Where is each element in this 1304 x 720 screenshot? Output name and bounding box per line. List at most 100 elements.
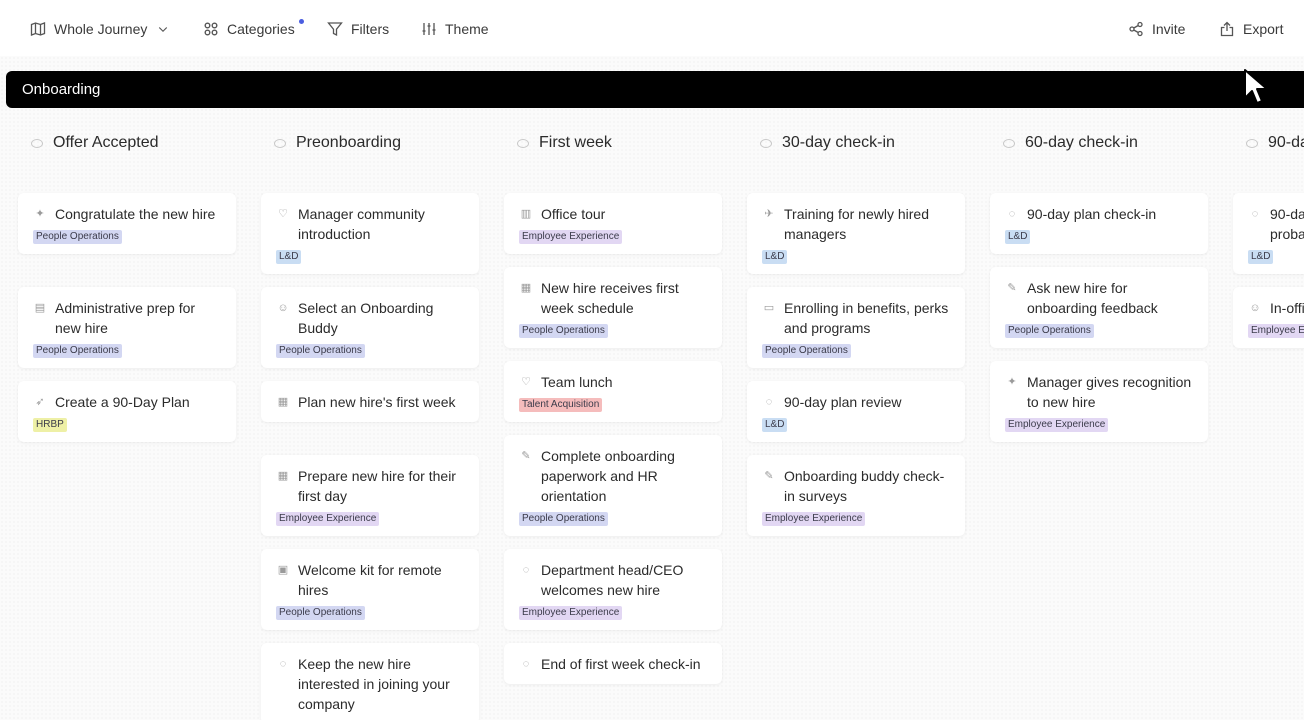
document-icon: ▤ <box>34 301 46 314</box>
card-header: ▥ Office tour <box>519 204 710 224</box>
people-icon: ☺ <box>277 301 289 314</box>
card-header: ◌ End of first week check-in <box>519 654 710 674</box>
card-header: ✈ Training for newly hired managers <box>762 204 953 244</box>
whole-journey-dropdown[interactable]: Whole Journey <box>30 18 169 40</box>
category-tag: L&D <box>276 250 302 264</box>
touchpoint-card[interactable]: ▣ Welcome kit for remote hires People Oper… <box>261 549 479 630</box>
category-tag: People Operations <box>1005 324 1094 338</box>
stage-header-60-day-check-in[interactable]: 60-day check-in <box>1003 131 1138 155</box>
category-tag: People Operations <box>762 344 851 358</box>
card-title: Select an Onboarding Buddy <box>298 300 434 336</box>
touchpoint-card[interactable]: ☺ Select an Onboarding Buddy People Operat… <box>261 287 479 368</box>
card-title: 90-day plan review <box>784 394 902 410</box>
whole-journey-label: Whole Journey <box>54 21 148 37</box>
card-header: ♡ Manager community introduction <box>276 204 467 244</box>
stage-title: First week <box>539 134 612 151</box>
chat-bubble-icon <box>1246 138 1258 148</box>
touchpoint-card[interactable]: ◌ Keep the new hire interested in joining… <box>261 643 479 720</box>
card-title: Onboarding buddy check-in surveys <box>784 468 945 504</box>
touchpoint-card[interactable]: ▦ Prepare new hire for their first day Emp… <box>261 455 479 536</box>
card-header: ✎ Onboarding buddy check-in surveys <box>762 466 953 506</box>
touchpoint-card[interactable]: ◌ Department head/CEO welcomes new hire Em… <box>504 549 722 630</box>
card-header: ✎ Ask new hire for onboarding feedback <box>1005 278 1196 318</box>
chat-bubble-icon <box>31 138 43 148</box>
touchpoint-card[interactable]: ➶ Create a 90-Day Plan HRBP <box>18 381 236 442</box>
funnel-icon <box>327 22 343 37</box>
pencil-icon: ✎ <box>1007 281 1017 294</box>
touchpoint-card[interactable]: ☺ In-office cohort Employee Experience <box>1233 287 1304 348</box>
touchpoint-card[interactable]: ✎ Complete onboarding paperwork and HR or… <box>504 435 722 536</box>
stage-title: 60-day check-in <box>1025 134 1138 151</box>
touchpoint-card[interactable]: ♡ Team lunch Talent Acquisition <box>504 361 722 422</box>
card-title: Plan new hire's first week <box>298 394 456 410</box>
chat-bubble-icon <box>517 138 529 148</box>
card-title: Department head/CEO welcomes new hire <box>541 562 684 598</box>
rocket-icon: ➶ <box>35 395 45 408</box>
card-header: ✦ Congratulate the new hire <box>33 204 224 224</box>
stage-header-offer-accepted[interactable]: Offer Accepted <box>31 131 159 155</box>
theme-button[interactable]: Theme <box>421 18 489 40</box>
gift-icon: ▣ <box>277 563 289 576</box>
card-title: Create a 90-Day Plan <box>55 394 190 410</box>
party-icon: ✦ <box>35 207 45 220</box>
building-icon: ▥ <box>520 207 532 220</box>
card-title: Office tour <box>541 206 606 222</box>
filters-button[interactable]: Filters <box>327 18 389 40</box>
card-title: Welcome kit for remote hires <box>298 562 442 598</box>
stage-header-first-week[interactable]: First week <box>517 131 612 155</box>
category-tag: L&D <box>1005 230 1031 244</box>
card-header: ▣ Welcome kit for remote hires <box>276 560 467 600</box>
pencil-icon: ✎ <box>764 469 774 482</box>
stage-title: 90-day check-in <box>1268 134 1304 151</box>
card-header: ◌ Keep the new hire interested in joining… <box>276 654 467 714</box>
touchpoint-card[interactable]: ▥ Office tour Employee Experience <box>504 193 722 254</box>
touchpoint-card[interactable]: ◌ 90-day plan and end of probation L&D <box>1233 193 1304 274</box>
touchpoint-card[interactable]: ✦ Manager gives recognition to new hire Em… <box>990 361 1208 442</box>
categories-label: Categories <box>227 21 295 37</box>
calendar-icon: ▦ <box>277 469 289 482</box>
card-title: 90-day plan and end of probation <box>1270 206 1304 242</box>
category-tag: L&D <box>762 250 788 264</box>
touchpoint-card[interactable]: ▭ Enrolling in benefits, perks and progra… <box>747 287 965 368</box>
journey-board: Offer Accepted ✦ Congratulate the new hire… <box>0 0 1304 720</box>
touchpoint-card[interactable]: ▦ Plan new hire's first week <box>261 381 479 422</box>
stage-header-30-day-check-in[interactable]: 30-day check-in <box>760 131 895 155</box>
theme-label: Theme <box>445 21 489 37</box>
touchpoint-card[interactable]: ◌ End of first week check-in <box>504 643 722 684</box>
categories-indicator-dot <box>299 19 304 24</box>
chat-icon: ◌ <box>279 657 287 670</box>
touchpoint-card[interactable]: ✎ Onboarding buddy check-in surveys Employ… <box>747 455 965 536</box>
stage-title: Offer Accepted <box>53 134 159 151</box>
touchpoint-card[interactable]: ♡ Manager community introduction L&D <box>261 193 479 274</box>
touchpoint-card[interactable]: ◌ 90-day plan check-in L&D <box>990 193 1208 254</box>
touchpoint-card[interactable]: ✈ Training for newly hired managers L&D <box>747 193 965 274</box>
chevron-down-icon <box>159 27 168 33</box>
touchpoint-card[interactable]: ✎ Ask new hire for onboarding feedback Peo… <box>990 267 1208 348</box>
people-icon: ☺ <box>1249 301 1261 314</box>
touchpoint-card[interactable]: ✦ Congratulate the new hire People Operati… <box>18 193 236 254</box>
card-header: ✦ Manager gives recognition to new hire <box>1005 372 1196 412</box>
touchpoint-card[interactable]: ▤ Administrative prep for new hire People … <box>18 287 236 368</box>
card-title: Ask new hire for onboarding feedback <box>1027 280 1158 316</box>
card-title: Manager gives recognition to new hire <box>1027 374 1192 410</box>
categories-button[interactable]: Categories <box>203 18 295 40</box>
phase-bar[interactable]: Onboarding <box>6 71 1304 108</box>
stage-header-90-day-check-in[interactable]: 90-day check-in <box>1246 131 1304 155</box>
card-header: ▤ Administrative prep for new hire <box>33 298 224 338</box>
chat-icon: ◌ <box>522 657 530 670</box>
export-button[interactable]: Export <box>1219 18 1283 40</box>
card-header: ◌ Department head/CEO welcomes new hire <box>519 560 710 600</box>
invite-button[interactable]: Invite <box>1128 18 1185 40</box>
stage-header-preonboarding[interactable]: Preonboarding <box>274 131 401 155</box>
card-title: Manager community introduction <box>298 206 425 242</box>
category-tag: People Operations <box>276 606 365 620</box>
category-tag: Employee Experience <box>1248 324 1304 338</box>
phase-title: Onboarding <box>22 81 101 98</box>
touchpoint-card[interactable]: ◌ 90-day plan review L&D <box>747 381 965 442</box>
chat-icon: ◌ <box>1008 207 1016 220</box>
calendar-icon: ▦ <box>277 395 289 408</box>
touchpoint-card[interactable]: ▦ New hire receives first week schedule Pe… <box>504 267 722 348</box>
heart-icon: ♡ <box>278 207 288 220</box>
laptop-icon: ▭ <box>763 301 775 314</box>
invite-label: Invite <box>1152 21 1186 37</box>
